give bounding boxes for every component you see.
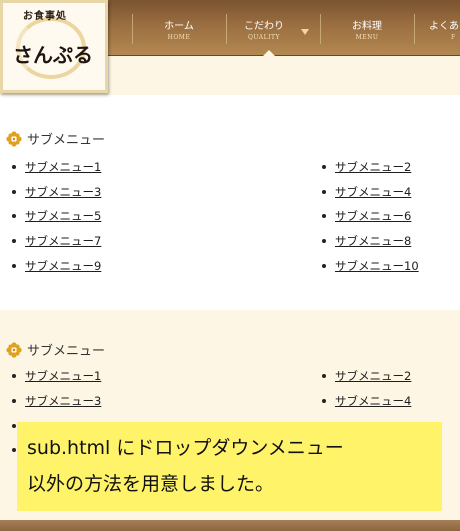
bullet xyxy=(12,165,16,169)
submenu-link[interactable]: サブメニュー4 xyxy=(335,184,411,200)
site-header: ホーム HOME こだわり QUALITY お料理 MENU よくあ F お食事… xyxy=(0,0,460,95)
submenu-link[interactable]: サブメニュー3 xyxy=(25,184,101,200)
bullet xyxy=(322,374,326,378)
submenu-link[interactable]: サブメニュー9 xyxy=(25,258,101,274)
nav-label: よくあ xyxy=(429,21,459,32)
list-item: サブメニュー9 xyxy=(12,256,101,276)
nav-sublabel: QUALITY xyxy=(248,34,280,41)
submenu-link[interactable]: サブメニュー10 xyxy=(335,258,419,274)
submenu-link[interactable]: サブメニュー4 xyxy=(335,393,411,409)
list-item: サブメニュー4 xyxy=(322,182,411,202)
annotation-note: sub.html にドロップダウンメニュー 以外の方法を用意しました。 xyxy=(17,422,442,511)
bullet xyxy=(12,448,16,452)
nav-item-menu[interactable]: お料理 MENU xyxy=(321,0,413,56)
logo-subtitle: お食事処 xyxy=(23,11,67,22)
list-item: サブメニュー7 xyxy=(12,231,101,251)
bullet xyxy=(12,239,16,243)
list-item: サブメニュー2 xyxy=(322,157,411,177)
nav-label: お料理 xyxy=(352,21,382,32)
list-item: サブメニュー4 xyxy=(322,391,411,411)
bullet xyxy=(322,190,326,194)
nav-sublabel: MENU xyxy=(355,34,379,41)
submenu-link[interactable]: サブメニュー3 xyxy=(25,393,101,409)
submenu-link[interactable]: サブメニュー7 xyxy=(25,233,101,249)
bullet xyxy=(12,214,16,218)
note-line: 以外の方法を用意しました。 xyxy=(27,473,275,495)
nav-sublabel: F xyxy=(451,34,456,41)
chevron-down-icon[interactable] xyxy=(301,29,309,35)
submenu-link[interactable]: サブメニュー1 xyxy=(25,368,101,384)
section-title: サブメニュー xyxy=(27,344,106,359)
submenu-section-1: サブメニュー サブメニュー1 サブメニュー2 サブメニュー3 サブメニュー4 サ… xyxy=(0,95,460,310)
bullet xyxy=(322,165,326,169)
submenu-link[interactable]: サブメニュー5 xyxy=(25,208,101,224)
list-item: サブメニュー8 xyxy=(322,231,411,251)
section-title: サブメニュー xyxy=(27,133,106,148)
list-item: サブメニュー1 xyxy=(12,366,101,386)
bullet xyxy=(12,264,16,268)
flower-icon xyxy=(6,341,22,358)
bullet xyxy=(322,264,326,268)
list-item: サブメニュー2 xyxy=(322,366,411,386)
bullet xyxy=(322,399,326,403)
bullet xyxy=(12,424,16,428)
bullet xyxy=(12,374,16,378)
flower-icon xyxy=(6,130,22,147)
submenu-link[interactable]: サブメニュー1 xyxy=(25,159,101,175)
section-heading: サブメニュー xyxy=(6,129,105,148)
logo-title: さんぷる xyxy=(13,43,93,67)
footer-strip xyxy=(0,520,460,531)
list-item: サブメニュー3 xyxy=(12,182,101,202)
submenu-link[interactable]: サブメニュー8 xyxy=(335,233,411,249)
nav-item-quality[interactable]: こだわり QUALITY xyxy=(227,0,319,56)
bullet xyxy=(12,190,16,194)
list-item: サブメニュー1 xyxy=(12,157,101,177)
list-item: サブメニュー5 xyxy=(12,206,101,226)
submenu-link[interactable]: サブメニュー2 xyxy=(335,159,411,175)
note-line: sub.html にドロップダウンメニュー xyxy=(27,437,344,459)
submenu-link[interactable]: サブメニュー6 xyxy=(335,208,411,224)
submenu-link[interactable]: サブメニュー2 xyxy=(335,368,411,384)
section-heading: サブメニュー xyxy=(6,340,105,359)
list-item: サブメニュー3 xyxy=(12,391,101,411)
nav-item-faq[interactable]: よくあ F xyxy=(415,0,460,56)
bullet xyxy=(12,399,16,403)
site-logo[interactable]: お食事処 さんぷる xyxy=(0,0,108,93)
active-indicator xyxy=(262,50,276,57)
bullet xyxy=(322,214,326,218)
list-item: サブメニュー10 xyxy=(322,256,419,276)
bullet xyxy=(322,239,326,243)
list-item: サブメニュー6 xyxy=(322,206,411,226)
